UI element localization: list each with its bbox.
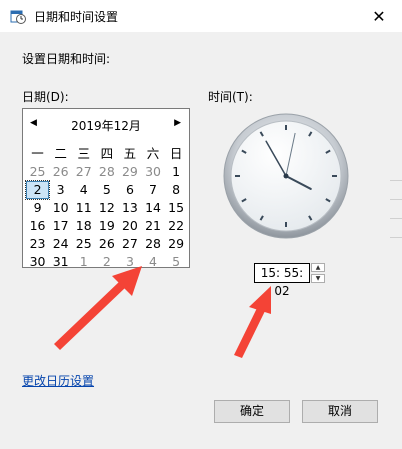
calendar-day[interactable]: 22 [165,217,188,235]
calendar-day[interactable]: 25 [72,235,95,253]
weekday-header: 三 [77,146,90,161]
calendar-day[interactable]: 26 [49,163,72,181]
arrow-up-icon: ▲ [315,264,321,271]
calendar-day[interactable]: 9 [26,199,49,217]
calendar-day[interactable]: 7 [141,181,164,199]
time-down-button[interactable]: ▼ [311,274,325,283]
window-title: 日期和时间设置 [34,10,119,24]
calendar-day[interactable]: 13 [118,199,141,217]
calendar-day[interactable]: 5 [95,181,118,199]
calendar-day[interactable]: 26 [95,235,118,253]
calendar-day[interactable]: 30 [141,163,164,181]
calendar-day[interactable]: 11 [72,199,95,217]
calendar-day[interactable]: 16 [26,217,49,235]
calendar[interactable]: ◀ 2019年12月 ▶ 一二三四五六日 25 26 27 28 29 30 1 2 3 4 5 6 7 8… [22,108,190,271]
calendar-day[interactable]: 14 [141,199,164,217]
weekday-header: 日 [169,146,183,161]
calendar-day[interactable]: 25 [26,163,49,181]
ok-button[interactable]: 确定 [214,400,290,423]
calendar-day[interactable]: 3 [49,181,72,199]
calendar-day[interactable]: 27 [72,163,95,181]
calendar-day[interactable]: 29 [118,163,141,181]
calendar-day[interactable]: 4 [141,253,164,271]
calendar-day[interactable]: 23 [26,235,49,253]
calendar-day[interactable]: 15 [165,199,188,217]
red-arrow-right [234,286,271,358]
calendar-day[interactable]: 17 [49,217,72,235]
calendar-day[interactable]: 29 [165,235,188,253]
cancel-button[interactable]: 取消 [302,400,378,423]
analog-clock [223,113,349,239]
time-input[interactable]: 15: 55: 02 [254,263,310,298]
calendar-day[interactable]: 30 [26,253,49,271]
calendar-day[interactable]: 28 [141,235,164,253]
date-label: 日期(D): [22,90,69,104]
calendar-day[interactable]: 8 [165,181,188,199]
close-icon: ✕ [372,6,386,26]
calendar-day[interactable]: 1 [72,253,95,271]
background-window-edge [390,180,402,260]
calendar-day[interactable]: 20 [118,217,141,235]
calendar-day-selected[interactable]: 2 [24,180,51,200]
section-label: 设置日期和时间: [22,52,111,66]
weekday-header: 四 [100,146,114,161]
calendar-day[interactable]: 18 [72,217,95,235]
red-arrow-left [54,266,142,350]
time-label: 时间(T): [208,90,253,104]
time-up-button[interactable]: ▲ [311,263,325,272]
calendar-header: ◀ 2019年12月 ▶ [23,117,189,135]
title-bar: 日期和时间设置 ✕ [0,0,402,32]
calendar-day[interactable]: 3 [118,253,141,271]
weekday-header: 五 [123,146,137,161]
calendar-day[interactable]: 19 [95,217,118,235]
calendar-day[interactable]: 5 [165,253,188,271]
calendar-grid: 一二三四五六日 25 26 27 28 29 30 1 2 3 4 5 6 7 8 9 10 11 12 13 14 15… [24,145,188,271]
calendar-month-title[interactable]: 2019年12月 [23,117,189,134]
calendar-day[interactable]: 28 [95,163,118,181]
calendar-day[interactable]: 1 [165,163,188,181]
next-month-icon[interactable]: ▶ [174,118,181,128]
calendar-day[interactable]: 2 [95,253,118,271]
calendar-day[interactable]: 27 [118,235,141,253]
calendar-day[interactable]: 21 [141,217,164,235]
arrow-down-icon: ▼ [315,275,321,282]
calendar-day[interactable]: 6 [118,181,141,199]
date-time-icon [10,10,26,24]
calendar-day[interactable]: 24 [49,235,72,253]
calendar-day[interactable]: 31 [49,253,72,271]
weekday-header: 一 [31,146,44,161]
weekday-header: 六 [146,146,160,161]
calendar-day[interactable]: 12 [95,199,118,217]
calendar-day[interactable]: 10 [49,199,72,217]
change-calendar-settings-link[interactable]: 更改日历设置 [22,372,94,389]
weekday-header: 二 [54,146,67,161]
close-button[interactable]: ✕ [356,0,402,32]
calendar-day[interactable]: 4 [72,181,95,199]
